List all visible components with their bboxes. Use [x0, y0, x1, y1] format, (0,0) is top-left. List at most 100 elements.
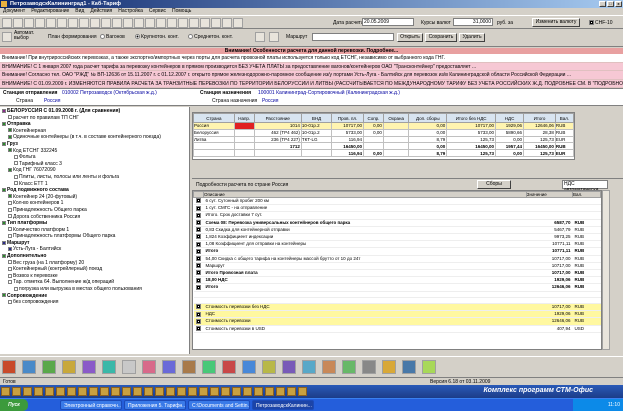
column-header[interactable]: Страна [193, 113, 235, 123]
tree-node[interactable]: Класс ЕТТ 1 [2, 181, 187, 188]
column-header[interactable]: Пров. пл. [331, 113, 364, 123]
quicklaunch-icon[interactable] [133, 387, 142, 396]
table-row[interactable]: 1712 16450,00 0,00 16450,00 1957,44 16450,00 R… [193, 142, 575, 151]
column-header[interactable]: Напр. [233, 113, 255, 123]
quicklaunch-icon[interactable] [45, 387, 54, 396]
action-icon[interactable] [142, 359, 156, 374]
tree-node[interactable]: Принадлежность платформы Общего парка [2, 233, 187, 240]
tree-node[interactable]: погрузка или выгрузка в местах общего по… [2, 286, 187, 293]
toolbar-tool-icon[interactable] [211, 18, 221, 28]
action-icon[interactable] [102, 359, 116, 374]
action-icon[interactable] [322, 359, 336, 374]
from-station-value[interactable]: 010002 Петрозаводск (Октябрьская ж.д.) [62, 90, 157, 96]
quicklaunch-icon[interactable] [254, 387, 263, 396]
toolbar-tool-icon[interactable] [24, 18, 34, 28]
action-icon[interactable] [62, 359, 76, 374]
quicklaunch-icon[interactable] [144, 387, 153, 396]
quicklaunch-icon[interactable] [34, 387, 43, 396]
action-icon[interactable] [22, 359, 36, 374]
tree-node[interactable]: без сопровождения [2, 299, 187, 306]
action-icon[interactable] [242, 359, 256, 374]
tool-icon[interactable] [255, 32, 265, 42]
detail-row[interactable]: Итого 10771,11 RUB [193, 247, 601, 256]
toolbar-tool-icon[interactable] [145, 18, 155, 28]
toolbar-tool-icon[interactable] [112, 18, 122, 28]
toolbar-tool-icon[interactable] [90, 18, 100, 28]
quicklaunch-icon[interactable] [67, 387, 76, 396]
auto-select-icon[interactable] [2, 32, 12, 42]
quicklaunch-icon[interactable] [89, 387, 98, 396]
detail-row[interactable]: Стоимость перевозки 12646,06 RUB [193, 317, 601, 326]
tree-node[interactable]: БЕЛОРУССИЯ С 01.09.2008 г. (Для сравнени… [2, 108, 187, 115]
tree-node[interactable]: Возвоз к перевозке [2, 273, 187, 280]
tree-node[interactable]: Плиты, листы, полосы или ленты и фольга [2, 174, 187, 181]
column-header[interactable]: НДС [495, 113, 525, 123]
help-icon[interactable] [269, 32, 279, 42]
action-icon[interactable] [282, 359, 296, 374]
tree-node[interactable]: Контейнерная [2, 128, 187, 135]
detail-row[interactable]: Стоимость перевозки без НДС 10717,00 RUB [193, 303, 601, 312]
tree-node[interactable]: Отправка [2, 121, 187, 128]
menu-item-0[interactable]: Документ [3, 8, 25, 15]
quicklaunch-icon[interactable] [265, 387, 274, 396]
detail-row[interactable]: Итого 12646,06 RUB [193, 283, 601, 292]
rate-input[interactable]: 31,0000 [453, 18, 493, 26]
quicklaunch-icon[interactable] [1, 387, 10, 396]
medium-container-radio[interactable]: Среднетон. конт. [188, 34, 233, 40]
toolbar-tool-icon[interactable] [13, 18, 23, 28]
quicklaunch-icon[interactable] [111, 387, 120, 396]
toolbar-tool-icon[interactable] [123, 18, 133, 28]
quicklaunch-icon[interactable] [122, 387, 131, 396]
quicklaunch-icon[interactable] [287, 387, 296, 396]
to-station-value[interactable]: 100001 Калининград-Сортировочный (Калини… [258, 90, 400, 96]
toolbar-tool-icon[interactable] [57, 18, 67, 28]
tree-node[interactable]: Количество платформ 1 [2, 227, 187, 234]
quicklaunch-icon[interactable] [199, 387, 208, 396]
quicklaunch-icon[interactable] [188, 387, 197, 396]
quicklaunch-icon[interactable] [177, 387, 186, 396]
quicklaunch-icon[interactable] [221, 387, 230, 396]
tree-node[interactable]: Тар. отметка 64. Выполнение ж/д операций [2, 279, 187, 286]
detail-row[interactable]: 1 сут. СМГС - на отправление [193, 204, 601, 213]
toolbar-tool-icon[interactable] [79, 18, 89, 28]
tree-node[interactable]: Контейнерный (контрейлерный) поезд [2, 266, 187, 273]
table-row[interactable]: Литва 236 (ТР4 227) ТКТ-LG 116,94 8,79 125,73… [193, 135, 575, 144]
action-icon[interactable] [422, 359, 436, 374]
tree-node[interactable]: Дорога собственника Россия [2, 214, 187, 221]
toolbar-tool-icon[interactable] [222, 18, 232, 28]
toolbar-tool-icon[interactable] [189, 18, 199, 28]
detail-row[interactable]: Стоимость перевозки в USD 407,94 USD [193, 325, 601, 333]
tree-node[interactable]: Тарифный класс 3 [2, 161, 187, 168]
detail-row[interactable]: 1,08 Коэффициент для отправки на контейн… [193, 240, 601, 249]
tree-node[interactable]: Вес груза (на 1 платформу) 20 [2, 260, 187, 267]
detail-row[interactable]: 1,824 Коэффициент индексации 9973,25 RUB [193, 233, 601, 242]
column-header[interactable]: Вал. [554, 113, 575, 123]
quicklaunch-icon[interactable] [155, 387, 164, 396]
toolbar-tool-icon[interactable] [46, 18, 56, 28]
toolbar-tool-icon[interactable] [167, 18, 177, 28]
change-currency-button[interactable]: Изменить валюту [532, 18, 580, 27]
toolbar-tool-icon[interactable] [35, 18, 45, 28]
action-icon[interactable] [2, 359, 16, 374]
menu-item-6[interactable]: Помощь [172, 8, 191, 15]
detail-row[interactable]: 18,00 НДС 1929,06 RUB [193, 276, 601, 285]
action-icon[interactable] [342, 359, 356, 374]
minimize-button[interactable]: _ [599, 1, 606, 7]
toolbar-tool-icon[interactable] [134, 18, 144, 28]
route-select[interactable] [312, 33, 394, 41]
quicklaunch-icon[interactable] [276, 387, 285, 396]
action-icon[interactable] [42, 359, 56, 374]
detail-row[interactable]: 0,83 Скидка для контейнерной отправки 546… [193, 226, 601, 235]
column-header[interactable]: Охрана [382, 113, 410, 123]
action-icon[interactable] [302, 359, 316, 374]
taskbar-button[interactable]: Приложения 5. Тарифн... [124, 400, 186, 410]
quicklaunch-icon[interactable] [166, 387, 175, 396]
menu-item-5[interactable]: Сервис [149, 8, 166, 15]
quicklaunch-icon[interactable] [100, 387, 109, 396]
column-header[interactable]: Сопр. [363, 113, 384, 123]
action-icon[interactable] [262, 359, 276, 374]
taskbar-button[interactable]: C:\Documents and Settin... [188, 400, 250, 410]
column-header[interactable]: Доп. сборы [408, 113, 448, 123]
detail-row[interactable]: Итого Провозная плата 10717,00 RUB [193, 269, 601, 278]
action-icon[interactable] [162, 359, 176, 374]
